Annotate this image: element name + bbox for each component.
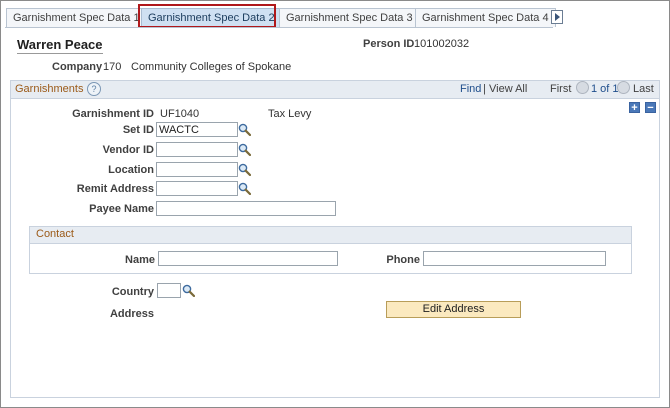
contact-section: Contact xyxy=(29,226,632,274)
last-label: Last xyxy=(633,83,654,95)
help-icon[interactable]: ? xyxy=(87,82,101,96)
tab-garnishment-spec-data-1[interactable]: Garnishment Spec Data 1 xyxy=(6,8,147,27)
tab-divider xyxy=(5,27,553,28)
country-input[interactable] xyxy=(157,283,181,298)
company-code: 170 xyxy=(103,61,122,73)
garnishment-type: Tax Levy xyxy=(268,108,312,120)
contact-phone-label: Phone xyxy=(386,254,420,266)
contact-name-input[interactable] xyxy=(158,251,338,266)
active-tab-highlight xyxy=(138,4,276,28)
contact-title: Contact xyxy=(36,228,74,240)
remit-address-lookup-icon[interactable] xyxy=(238,182,251,195)
contact-name-label: Name xyxy=(125,254,155,266)
first-label: First xyxy=(550,83,572,95)
payee-name-input[interactable] xyxy=(156,201,336,216)
tab-label: Garnishment Spec Data 3 xyxy=(286,12,413,24)
minus-icon[interactable]: − xyxy=(645,102,656,114)
next-tab-arrow-icon[interactable] xyxy=(551,10,563,24)
set-id-label: Set ID xyxy=(122,124,154,136)
garnishments-header: Garnishments ? Find | View All First 1 o… xyxy=(11,81,659,99)
tab-label: Garnishment Spec Data 4 xyxy=(422,12,549,24)
location-lookup-icon[interactable] xyxy=(238,163,251,176)
contact-header: Contact xyxy=(30,227,631,244)
tab-garnishment-spec-data-4[interactable]: Garnishment Spec Data 4 xyxy=(415,8,556,27)
plus-icon[interactable]: + xyxy=(629,102,640,114)
next-row-icon[interactable] xyxy=(617,81,630,95)
contact-phone-input[interactable] xyxy=(423,251,606,266)
address-label: Address xyxy=(109,308,154,320)
find-link[interactable]: Find xyxy=(460,83,481,95)
company-name: Community Colleges of Spokane xyxy=(131,61,292,73)
remit-address-input[interactable] xyxy=(156,181,238,196)
vendor-id-label: Vendor ID xyxy=(102,144,154,156)
edit-address-button[interactable]: Edit Address xyxy=(386,301,521,318)
person-id-label: Person ID xyxy=(363,38,415,50)
payee-name-label: Payee Name xyxy=(89,203,154,215)
page-info: 1 of 1 xyxy=(591,83,619,95)
nav-separator: | xyxy=(483,83,486,95)
garnishments-title: Garnishments xyxy=(15,83,84,95)
location-label: Location xyxy=(108,164,154,176)
view-all-link[interactable]: View All xyxy=(489,83,527,95)
garnishment-id-value: UF1040 xyxy=(160,108,200,120)
person-id-value: 101002032 xyxy=(414,38,470,50)
location-input[interactable] xyxy=(156,162,238,177)
set-id-input[interactable] xyxy=(156,122,238,137)
country-label: Country xyxy=(111,286,154,298)
person-name: Warren Peace xyxy=(17,37,103,54)
previous-row-icon[interactable] xyxy=(576,81,589,95)
tab-label: Garnishment Spec Data 1 xyxy=(13,12,140,24)
remit-address-label: Remit Address xyxy=(76,183,154,195)
vendor-id-lookup-icon[interactable] xyxy=(238,143,251,156)
tab-garnishment-spec-data-3[interactable]: Garnishment Spec Data 3 xyxy=(279,8,420,27)
company-label: Company xyxy=(52,61,103,73)
vendor-id-input[interactable] xyxy=(156,142,238,157)
country-lookup-icon[interactable] xyxy=(182,284,195,297)
set-id-lookup-icon[interactable] xyxy=(238,123,251,136)
garnishment-id-label: Garnishment ID xyxy=(72,108,154,120)
